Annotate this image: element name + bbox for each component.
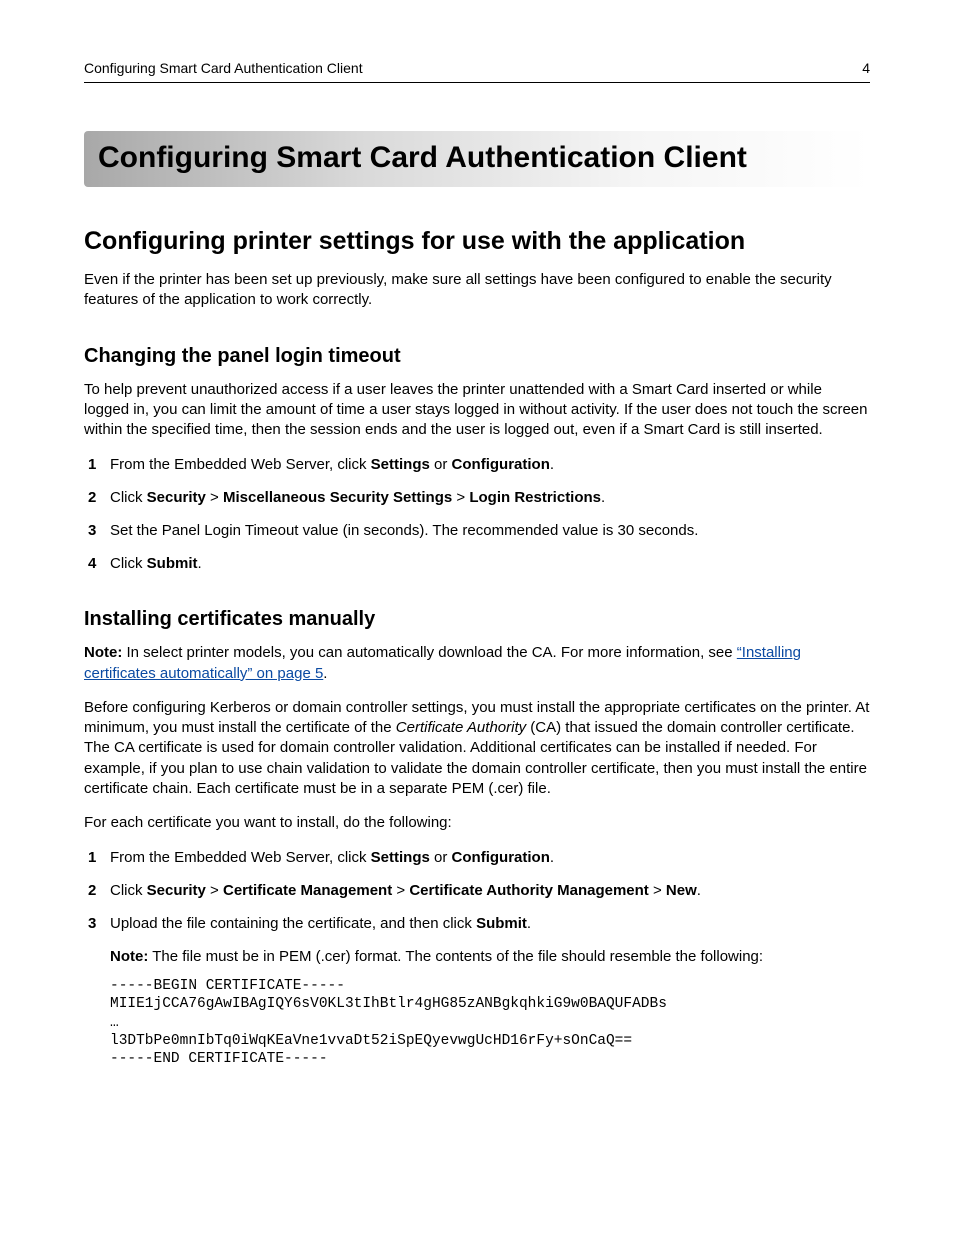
- step-item: Upload the file containing the certifica…: [84, 913, 870, 934]
- running-header: Configuring Smart Card Authentication Cl…: [84, 60, 870, 83]
- step-item: Click Submit.: [84, 553, 870, 574]
- step-item: From the Embedded Web Server, click Sett…: [84, 847, 870, 868]
- timeout-paragraph: To help prevent unauthorized access if a…: [84, 380, 870, 441]
- header-title: Configuring Smart Card Authentication Cl…: [84, 60, 363, 76]
- step-item: Click Security > Certificate Management …: [84, 880, 870, 901]
- cert-steps: From the Embedded Web Server, click Sett…: [84, 847, 870, 934]
- cert-format-note: Note: The file must be in PEM (.cer) for…: [110, 946, 870, 967]
- certificate-block: -----BEGIN CERTIFICATE----- MIIE1jCCA76g…: [110, 977, 870, 1068]
- cert-paragraph: Before configuring Kerberos or domain co…: [84, 698, 870, 799]
- step-item: Set the Panel Login Timeout value (in se…: [84, 520, 870, 541]
- page-title: Configuring Smart Card Authentication Cl…: [84, 131, 870, 187]
- page-number: 4: [862, 60, 870, 76]
- subsection-timeout-heading: Changing the panel login timeout: [84, 345, 870, 368]
- step-item: Click Security > Miscellaneous Security …: [84, 487, 870, 508]
- section-intro: Even if the printer has been set up prev…: [84, 270, 870, 311]
- step-item: From the Embedded Web Server, click Sett…: [84, 454, 870, 475]
- cert-lead-in: For each certificate you want to install…: [84, 813, 870, 833]
- section-heading: Configuring printer settings for use wit…: [84, 227, 870, 256]
- document-page: Configuring Smart Card Authentication Cl…: [0, 0, 954, 1235]
- timeout-steps: From the Embedded Web Server, click Sett…: [84, 454, 870, 574]
- subsection-cert-heading: Installing certificates manually: [84, 608, 870, 631]
- cert-note: Note: In select printer models, you can …: [84, 643, 870, 684]
